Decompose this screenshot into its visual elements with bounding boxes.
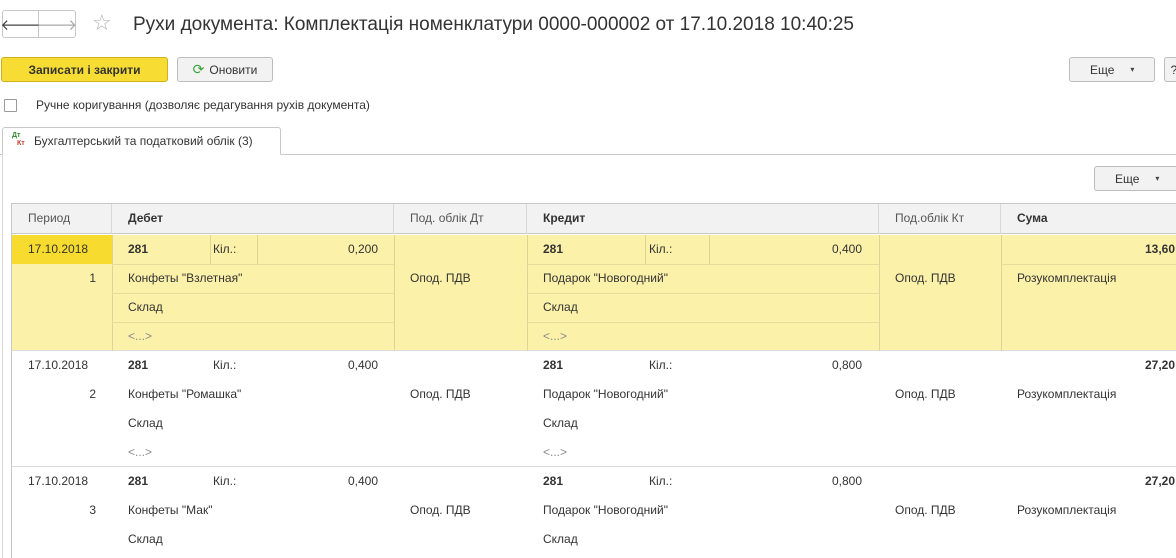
tab-accounting[interactable]: Дт Кт Бухгалтерський та податковий облік… <box>2 127 281 155</box>
save-and-close-button[interactable]: Записати і закрити <box>1 57 168 82</box>
tax-dt-value: Опод. ПДВ <box>410 503 471 517</box>
column-credit[interactable]: Кредит <box>527 204 879 234</box>
row-number: 2 <box>89 387 96 401</box>
tax-dt-value: Опод. ПДВ <box>410 271 471 285</box>
row-number: 3 <box>89 503 96 517</box>
debit-qty: 0,200 <box>347 242 378 256</box>
row-content: Розукомплектація <box>1017 387 1117 401</box>
debit-subconto-2: Склад <box>128 416 163 430</box>
table-header: Период Дебет Под. облік Дт Кредит Под.об… <box>12 204 1176 234</box>
credit-subconto-3: <...> <box>543 445 568 459</box>
credit-account: 281 <box>543 242 564 256</box>
debit-qty-label: Кіл.: <box>213 474 237 488</box>
refresh-icon: ⟳ <box>192 61 205 78</box>
debit-subconto-1: Конфеты "Взлетная" <box>128 271 243 285</box>
help-button[interactable]: ? <box>1164 57 1176 82</box>
movements-table: Период Дебет Под. облік Дт Кредит Под.об… <box>11 203 1176 558</box>
credit-subconto-1: Подарок "Новогодний" <box>543 387 668 401</box>
table-more-actions-label: Еще <box>1115 171 1140 186</box>
table-more-actions-button[interactable]: Еще ▾ <box>1094 166 1176 191</box>
debit-subconto-2: Склад <box>128 532 163 546</box>
debit-qty-label: Кіл.: <box>213 242 237 256</box>
row-date: 17.10.2018 <box>28 474 89 488</box>
credit-subconto-2: Склад <box>543 416 578 430</box>
manual-edit-label[interactable]: Ручне коригування (дозволяє редагування … <box>36 98 370 112</box>
row-sum: 13,60 <box>1144 242 1175 256</box>
credit-qty-label: Кіл.: <box>649 358 673 372</box>
tax-kt-value: Опод. ПДВ <box>895 271 956 285</box>
more-actions-label: Еще <box>1090 62 1115 77</box>
credit-account: 281 <box>543 358 564 372</box>
panel-border <box>2 154 3 558</box>
manual-edit-checkbox[interactable] <box>4 99 17 112</box>
table-row[interactable]: 17.10.2018 2 281 Кіл.: 0,400 Конфеты "Ро… <box>12 351 1176 467</box>
debit-subconto-1: Конфеты "Мак" <box>128 503 213 517</box>
credit-qty-label: Кіл.: <box>649 242 673 256</box>
table-row[interactable]: 17.10.2018 1 281 Кіл.: 0,200 Конфеты "Вз… <box>12 235 1176 351</box>
tax-kt-value: Опод. ПДВ <box>895 387 956 401</box>
dt-kt-icon: Дт Кт <box>12 132 25 147</box>
debit-subconto-3: <...> <box>128 329 153 343</box>
credit-subconto-3: <...> <box>543 329 568 343</box>
debit-account: 281 <box>128 242 149 256</box>
row-date: 17.10.2018 <box>28 242 89 256</box>
credit-qty: 0,800 <box>831 474 862 488</box>
column-sum[interactable]: Сума <box>1001 204 1176 234</box>
debit-subconto-2: Склад <box>128 300 163 314</box>
debit-subconto-1: Конфеты "Ромашка" <box>128 387 242 401</box>
page-title: Рухи документа: Комплектація номенклатур… <box>133 14 854 35</box>
credit-account: 281 <box>543 474 564 488</box>
row-date: 17.10.2018 <box>28 358 89 372</box>
debit-qty-label: Кіл.: <box>213 358 237 372</box>
credit-qty: 0,400 <box>831 242 862 256</box>
column-tax-dt[interactable]: Под. облік Дт <box>394 204 527 234</box>
credit-subconto-2: Склад <box>543 532 578 546</box>
column-tax-kt[interactable]: Под.облік Кт <box>879 204 1001 234</box>
debit-subconto-3: <...> <box>128 445 153 459</box>
credit-subconto-1: Подарок "Новогодний" <box>543 503 668 517</box>
debit-account: 281 <box>128 358 149 372</box>
credit-subconto-2: Склад <box>543 300 578 314</box>
credit-qty: 0,800 <box>831 358 862 372</box>
refresh-button-label: Оновити <box>209 62 258 77</box>
chevron-down-icon: ▾ <box>1155 174 1160 183</box>
column-period[interactable]: Период <box>12 204 112 234</box>
column-debit[interactable]: Дебет <box>112 204 394 234</box>
row-sum: 27,20 <box>1144 358 1175 372</box>
table-row[interactable]: 17.10.2018 3 281 Кіл.: 0,400 Конфеты "Ма… <box>12 467 1176 558</box>
navigation-buttons: 🡐 🡒 <box>0 10 77 38</box>
row-content: Розукомплектація <box>1017 503 1117 517</box>
credit-qty-label: Кіл.: <box>649 474 673 488</box>
tax-kt-value: Опод. ПДВ <box>895 503 956 517</box>
forward-arrow-icon[interactable]: 🡒 <box>37 11 77 37</box>
refresh-button[interactable]: ⟳ Оновити <box>177 57 273 82</box>
debit-account: 281 <box>128 474 149 488</box>
chevron-down-icon: ▾ <box>1130 65 1135 74</box>
row-number: 1 <box>89 271 96 285</box>
debit-qty: 0,400 <box>347 358 378 372</box>
row-sum: 27,20 <box>1144 474 1175 488</box>
tab-accounting-label: Бухгалтерський та податковий облік (3) <box>34 134 253 148</box>
tax-dt-value: Опод. ПДВ <box>410 387 471 401</box>
favorite-star-icon[interactable]: ☆ <box>92 11 112 37</box>
more-actions-button[interactable]: Еще ▾ <box>1069 57 1155 82</box>
row-content: Розукомплектація <box>1017 271 1117 285</box>
back-arrow-icon[interactable]: 🡐 <box>0 11 41 37</box>
credit-subconto-1: Подарок "Новогодний" <box>543 271 668 285</box>
debit-qty: 0,400 <box>347 474 378 488</box>
